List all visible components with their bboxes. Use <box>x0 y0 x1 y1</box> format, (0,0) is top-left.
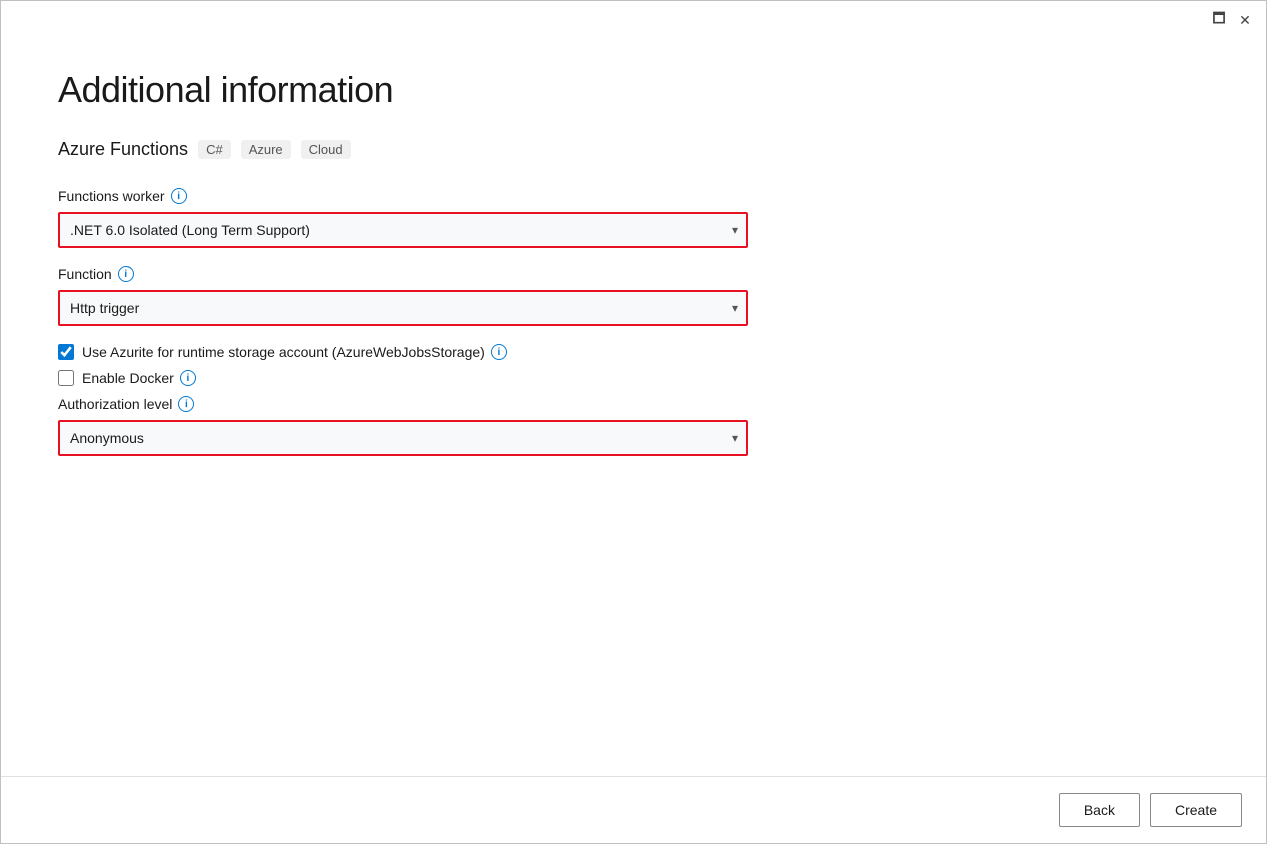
enable-docker-label: Enable Docker i <box>82 370 196 386</box>
use-azurite-checkbox[interactable] <box>58 344 74 360</box>
subtitle-row: Azure Functions C# Azure Cloud <box>58 139 1209 160</box>
functions-worker-label: Functions worker i <box>58 188 1209 204</box>
tag-azure: Azure <box>241 140 291 159</box>
authorization-level-select-wrapper: Anonymous Function Admin ▾ <box>58 420 748 456</box>
functions-worker-select-wrapper: .NET 6.0 Isolated (Long Term Support) .N… <box>58 212 748 248</box>
subtitle-text: Azure Functions <box>58 139 188 160</box>
back-button[interactable]: Back <box>1059 793 1140 827</box>
enable-docker-row: Enable Docker i <box>58 370 1209 386</box>
function-select[interactable]: Http trigger Timer trigger Queue trigger <box>58 290 748 326</box>
main-window: 🗖 ✕ Additional information Azure Functio… <box>0 0 1267 844</box>
close-button[interactable]: ✕ <box>1236 11 1254 29</box>
functions-worker-section: Functions worker i .NET 6.0 Isolated (Lo… <box>58 188 1209 248</box>
authorization-level-info-icon[interactable]: i <box>178 396 194 412</box>
use-azurite-label: Use Azurite for runtime storage account … <box>82 344 507 360</box>
create-button[interactable]: Create <box>1150 793 1242 827</box>
maximize-button[interactable]: 🗖 <box>1210 11 1228 29</box>
use-azurite-info-icon[interactable]: i <box>491 344 507 360</box>
tag-csharp: C# <box>198 140 231 159</box>
page-content: Additional information Azure Functions C… <box>1 39 1266 776</box>
function-label: Function i <box>58 266 1209 282</box>
page-title: Additional information <box>58 69 1209 111</box>
functions-worker-select[interactable]: .NET 6.0 Isolated (Long Term Support) .N… <box>58 212 748 248</box>
tag-cloud: Cloud <box>301 140 351 159</box>
function-info-icon[interactable]: i <box>118 266 134 282</box>
enable-docker-checkbox[interactable] <box>58 370 74 386</box>
function-select-wrapper: Http trigger Timer trigger Queue trigger… <box>58 290 748 326</box>
function-section: Function i Http trigger Timer trigger Qu… <box>58 266 1209 326</box>
authorization-level-select[interactable]: Anonymous Function Admin <box>58 420 748 456</box>
use-azurite-row: Use Azurite for runtime storage account … <box>58 344 1209 360</box>
authorization-level-section: Authorization level i Anonymous Function… <box>58 396 1209 456</box>
footer: Back Create <box>1 776 1266 843</box>
title-bar: 🗖 ✕ <box>1 1 1266 39</box>
enable-docker-info-icon[interactable]: i <box>180 370 196 386</box>
functions-worker-info-icon[interactable]: i <box>171 188 187 204</box>
authorization-level-label: Authorization level i <box>58 396 1209 412</box>
